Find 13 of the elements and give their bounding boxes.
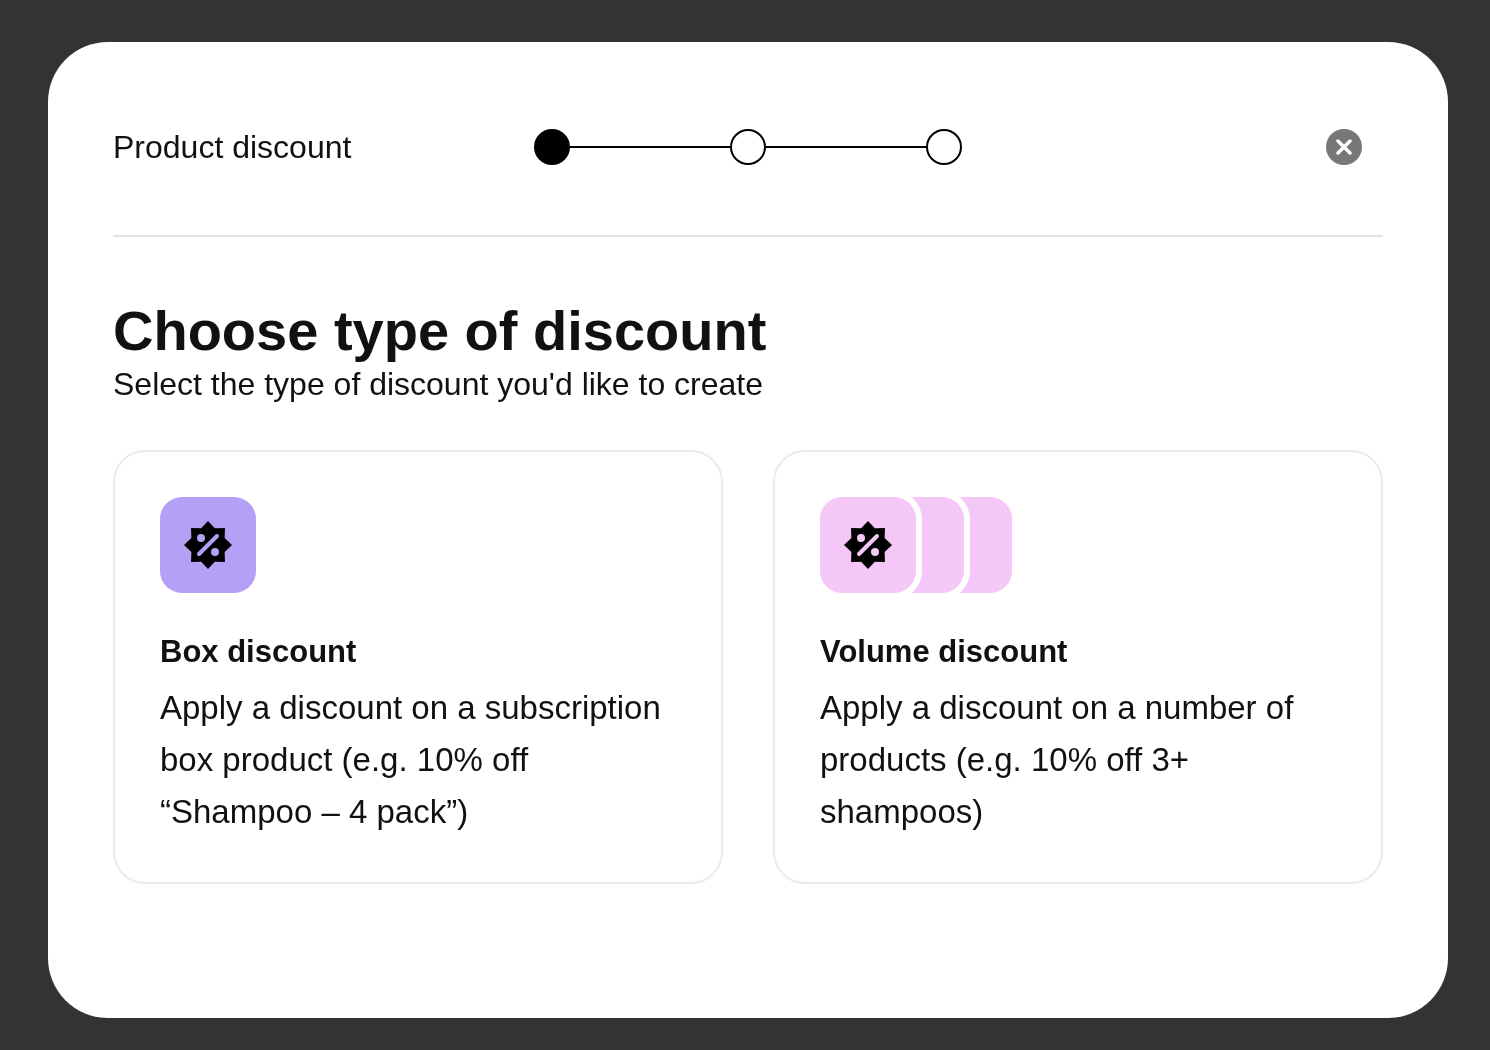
- percent-badge-icon: [160, 497, 256, 593]
- option-title: Volume discount: [820, 634, 1068, 670]
- option-description: Apply a discount on a subscription box product (e.g. 10% off “Shampoo – 4 pack”): [160, 688, 662, 832]
- dialog-title: Product discount: [113, 129, 352, 165]
- dialog-subheading: Select the type of discount you'd like to create: [113, 365, 764, 404]
- close-button[interactable]: [1326, 129, 1362, 165]
- stacked-percent-badge-icon: [820, 497, 1012, 593]
- option-title: Box discount: [160, 634, 357, 670]
- dialog-heading: Choose type of discount: [113, 299, 767, 363]
- discount-option-card[interactable]: Box discount Apply a discount on a subscription box product (e.g. 10% off “Shampoo – 4 pack”): [113, 450, 723, 884]
- discount-option-card[interactable]: Volume discount Apply a discount on a number of products (e.g. 10% off 3+ shampoos): [773, 450, 1383, 884]
- close-icon: [1336, 139, 1352, 155]
- option-description: Apply a discount on a number of products (e.g. 10% off 3+ shampoos): [820, 688, 1295, 832]
